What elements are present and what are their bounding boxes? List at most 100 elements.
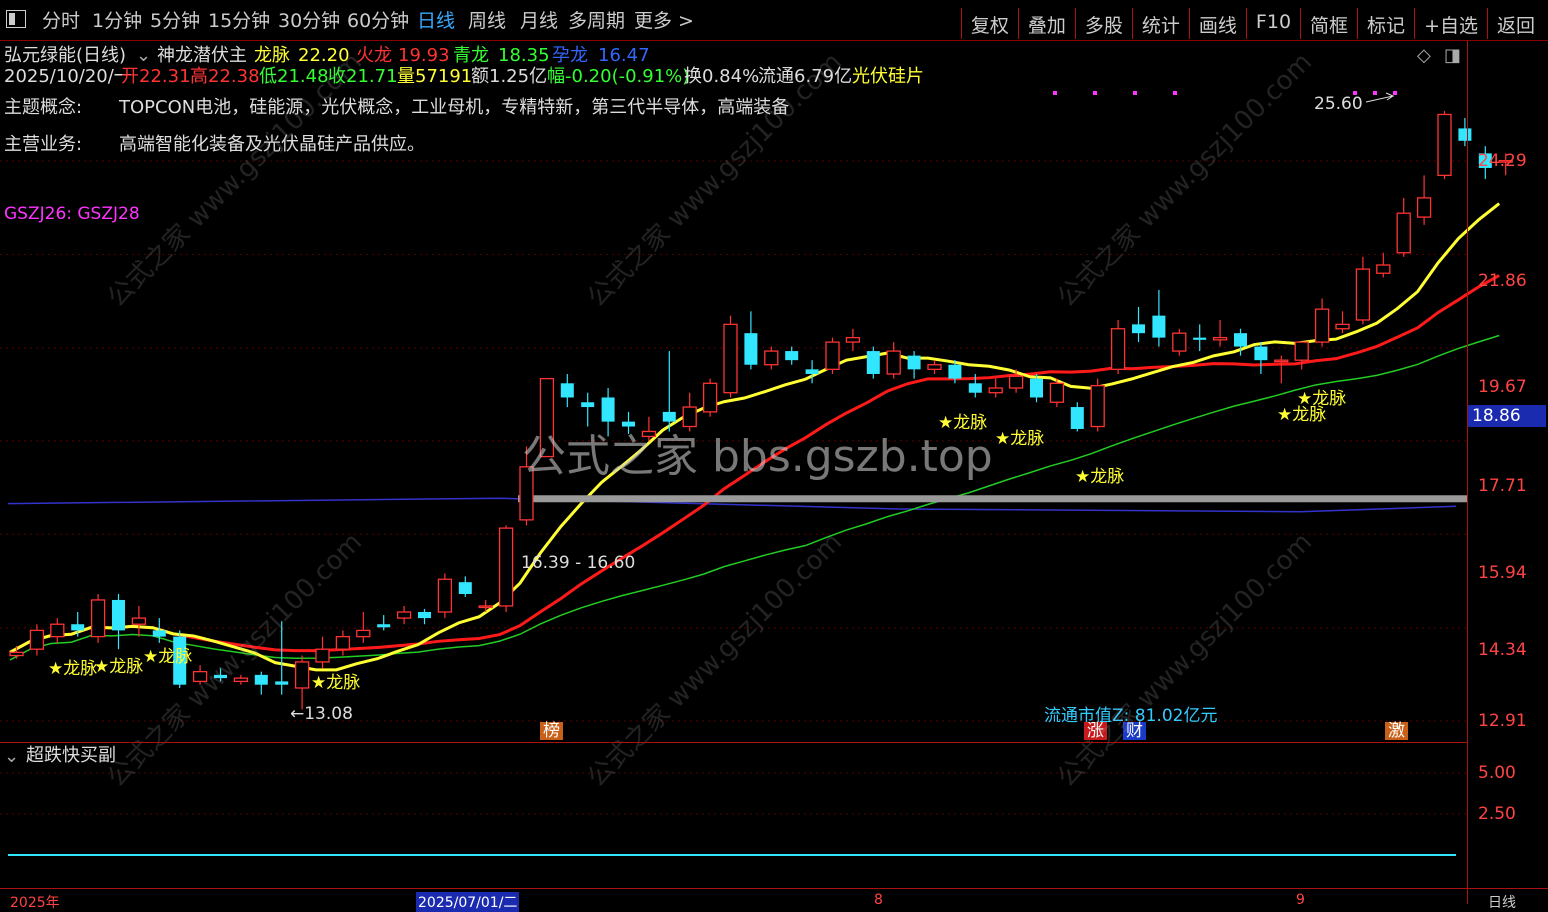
- price-tick: 24.29: [1478, 151, 1527, 171]
- watermark-text: 公式之家 bbs.gszb.top: [522, 431, 993, 482]
- candle-body: [825, 341, 840, 370]
- tab-15min[interactable]: 15分钟: [208, 10, 270, 32]
- price-tick: 21.86: [1478, 271, 1527, 291]
- tab-daily[interactable]: 日线: [417, 10, 455, 32]
- tab-simple-frame[interactable]: 简框: [1300, 8, 1357, 39]
- longmai-signal: ★龙脉: [1297, 389, 1347, 409]
- tab-overlay[interactable]: 叠加: [1017, 8, 1075, 39]
- candle-body: [437, 578, 453, 613]
- candle-body: [478, 605, 493, 609]
- tab-multi-stock[interactable]: 多股: [1074, 8, 1132, 39]
- candle-body: [152, 630, 166, 637]
- tab-monthly[interactable]: 月线: [520, 10, 558, 32]
- candle-body: [1152, 315, 1166, 338]
- candle-body: [927, 364, 942, 370]
- business-label: 主营业务:: [4, 134, 83, 155]
- tab-60min[interactable]: 60分钟: [347, 10, 409, 32]
- longmai-signal: ★龙脉: [995, 429, 1045, 449]
- candle-body: [1070, 407, 1084, 429]
- candle-body: [1274, 359, 1289, 363]
- time-label: 2025年: [10, 895, 60, 911]
- event-marker-ji[interactable]: 激: [1385, 722, 1408, 740]
- high-arrow: [1365, 92, 1395, 103]
- period-indicator: 日线: [1488, 895, 1516, 911]
- candle-body: [845, 336, 861, 343]
- candle-body: [90, 599, 106, 638]
- candle-body: [112, 599, 125, 631]
- longmai-signal: ★龙脉: [94, 657, 144, 677]
- diamond-icon[interactable]: ◇: [1417, 46, 1431, 66]
- indicator-dropdown-icon[interactable]: ⌄: [136, 46, 151, 66]
- tab-f10[interactable]: F10: [1245, 8, 1300, 39]
- tab-weekly[interactable]: 周线: [468, 10, 506, 32]
- sub-panel-dropdown-icon[interactable]: ⌄: [4, 747, 19, 767]
- candle-body: [71, 624, 85, 631]
- longmai-signal: ★龙脉: [1075, 467, 1125, 487]
- candle-body: [1294, 341, 1309, 361]
- quote-change: 幅-0.20(-0.91%): [547, 66, 690, 87]
- quote-volume: 量57191: [397, 66, 473, 87]
- candle-body: [356, 629, 371, 638]
- candle-body: [1314, 308, 1330, 343]
- panel-toggle-icon[interactable]: ◨: [1444, 46, 1461, 66]
- time-axis-line: [0, 888, 1548, 889]
- tab-more[interactable]: 更多 >: [634, 10, 694, 32]
- longmai-signal: ★龙脉: [311, 673, 361, 693]
- tab-1min[interactable]: 1分钟: [92, 10, 142, 32]
- price-zone-bar: [518, 495, 1467, 503]
- candle-body: [560, 383, 574, 398]
- time-label: 8: [874, 892, 883, 908]
- candle-body: [907, 355, 921, 370]
- tab-statistics[interactable]: 统计: [1131, 8, 1189, 39]
- price-tick: 12.91: [1478, 711, 1527, 731]
- candle-body: [1254, 346, 1268, 361]
- current-price-tag: 18.86: [1468, 405, 1546, 427]
- event-marker-bang[interactable]: 榜: [540, 722, 563, 740]
- candle-body: [458, 582, 472, 594]
- candle-body: [131, 617, 147, 625]
- tab-fenshi[interactable]: 分时: [42, 10, 80, 32]
- candle-body: [1030, 378, 1043, 398]
- price-tick: 19.67: [1478, 377, 1527, 397]
- candle-body: [1193, 337, 1207, 340]
- candle-body: [948, 364, 962, 379]
- tab-restore-rights[interactable]: 复权: [960, 8, 1018, 39]
- candle-body: [1234, 333, 1247, 347]
- candle-body: [968, 383, 982, 393]
- signal-dot: [1133, 91, 1137, 95]
- high-annotation: 25.60: [1314, 94, 1363, 114]
- tab-30min[interactable]: 30分钟: [278, 10, 340, 32]
- stock-name: 弘元绿能(日线): [4, 45, 127, 66]
- candle-body: [988, 387, 1003, 394]
- candle-body: [1090, 384, 1105, 428]
- candle-body: [1355, 268, 1371, 321]
- candle-body: [1376, 264, 1391, 274]
- candle-body: [418, 612, 431, 619]
- signal-dot: [1173, 91, 1177, 95]
- tab-multi-period[interactable]: 多周期: [568, 10, 625, 32]
- window-toggle-icon[interactable]: [6, 10, 26, 28]
- candle-body: [723, 323, 738, 394]
- longmai-signal: ★龙脉: [143, 647, 193, 667]
- sub-panel-divider: [0, 742, 1467, 743]
- candle-body: [1396, 212, 1411, 254]
- huolong-value: 19.93: [398, 45, 450, 66]
- tab-draw-line[interactable]: 画线: [1188, 8, 1246, 39]
- tab-add-watchlist[interactable]: +自选: [1414, 8, 1487, 39]
- period-toolbar: 分时 1分钟 5分钟 15分钟 30分钟 60分钟 日线 周线 月线 多周期 更…: [0, 0, 1548, 41]
- right-tab-group: 复权 叠加 多股 统计 画线 F10 简框 标记 +自选 返回: [960, 8, 1544, 40]
- candle-body: [805, 369, 819, 374]
- indicator-name[interactable]: 神龙潜伏主: [157, 46, 247, 66]
- qinglong-value: 18.35: [498, 45, 550, 66]
- candle-body: [254, 674, 268, 685]
- signal-dot: [1053, 91, 1057, 95]
- price-tick: 17.71: [1478, 476, 1527, 496]
- tab-5min[interactable]: 5分钟: [150, 10, 200, 32]
- time-label: 9: [1296, 892, 1305, 908]
- sub-axis-tick: 5.00: [1478, 763, 1516, 783]
- tab-back[interactable]: 返回: [1486, 8, 1544, 39]
- sub-panel-title[interactable]: 超跌快买副: [26, 746, 116, 766]
- candle-body: [744, 333, 758, 365]
- candle-body: [335, 635, 351, 650]
- tab-mark[interactable]: 标记: [1357, 8, 1414, 39]
